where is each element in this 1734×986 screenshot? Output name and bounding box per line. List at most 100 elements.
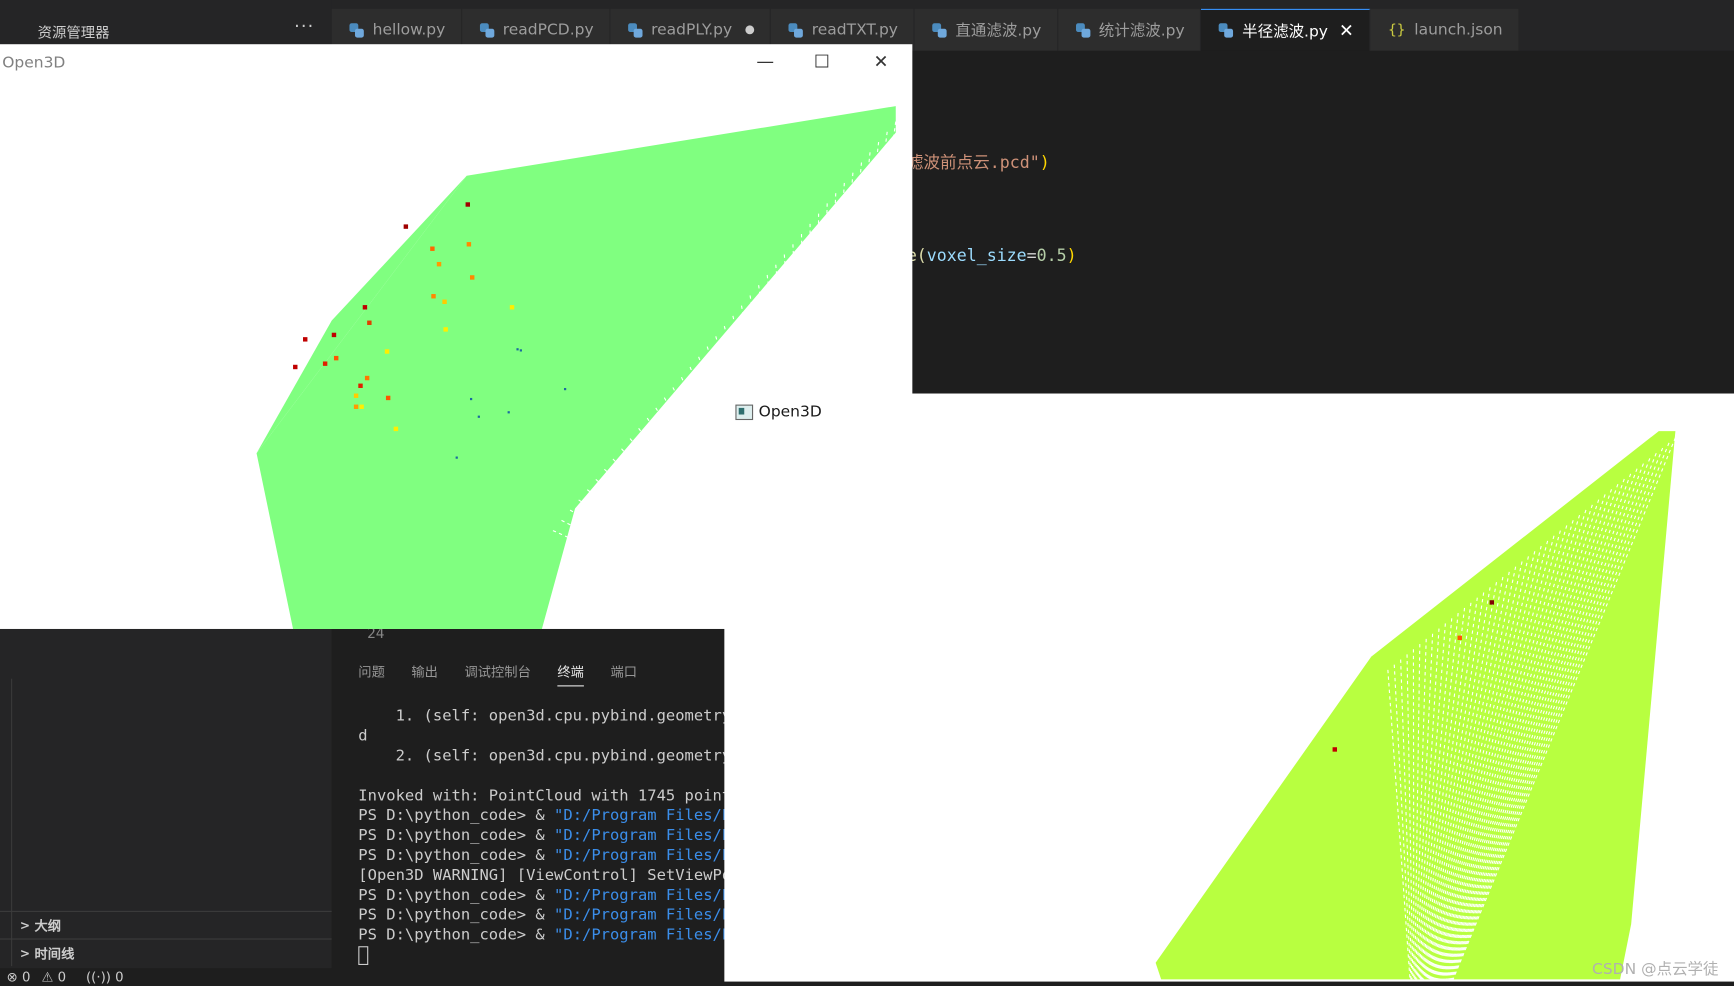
python-icon	[1218, 23, 1234, 38]
unsaved-dot-icon[interactable]	[745, 25, 755, 35]
panel-tabs: 问题 输出 调试控制台 终端 端口	[358, 662, 638, 687]
error-count: 0	[21, 969, 31, 985]
outlier-point	[359, 404, 364, 409]
explorer-title: 资源管理器	[37, 25, 110, 43]
json-icon: {}	[1388, 21, 1406, 39]
timeline-label: 时间线	[34, 946, 75, 962]
outlier-point	[403, 224, 409, 229]
terminal-text: PS D:\python_code> &	[358, 826, 555, 845]
terminal-text: PS D:\python_code> &	[358, 886, 555, 905]
outline-label: 大纲	[34, 918, 62, 935]
outlier-point	[443, 327, 448, 332]
outlier-point	[1489, 600, 1495, 605]
code-line-filename: 滤波前点云.pcd")	[907, 150, 1050, 173]
open3d-window-after[interactable]: Open3D	[724, 393, 1734, 982]
terminal-line: PS D:\python_code> & "D:/Program Files/P…	[358, 846, 740, 866]
code-param: voxel_size	[926, 245, 1027, 266]
terminal-line: Invoked with: PointCloud with 1745 point…	[358, 786, 740, 806]
outlier-point	[519, 349, 522, 352]
more-actions-icon[interactable]: ···	[294, 15, 314, 36]
tab-label: 直通滤波.py	[955, 22, 1042, 40]
code-eq: =	[1026, 245, 1037, 266]
terminal-line: [Open3D WARNING] [ViewControl] SetViewPo…	[358, 866, 740, 886]
code-paren: )	[1039, 152, 1050, 173]
code-string: 滤波前点云.pcd"	[906, 152, 1040, 173]
terminal-string: "D:/Program Files/Py	[554, 886, 741, 905]
terminal-line: PS D:\python_code> & "D:/Program Files/P…	[358, 826, 740, 846]
tab-label: hellow.py	[372, 21, 446, 39]
outlier-point	[303, 337, 308, 342]
errors-status[interactable]: ⊗ 0	[7, 969, 31, 984]
panel-tab[interactable]: 终端	[557, 662, 584, 687]
code-paren: )	[1066, 245, 1077, 266]
outlier-point	[455, 456, 458, 459]
outlier-point	[353, 404, 359, 409]
warning-icon: ⚠	[41, 969, 54, 985]
terminal-string: "D:/Program Files/Py	[554, 926, 741, 944]
terminal-text: d	[358, 727, 368, 746]
tab-label: readPCD.py	[502, 21, 594, 39]
outlier-point	[333, 355, 339, 361]
chevron-right-icon: >	[19, 918, 31, 933]
terminal-line: 1. (self: open3d.cpu.pybind.geometry.	[358, 706, 741, 726]
editor-tab[interactable]: 半径滤波.py ✕	[1201, 8, 1371, 51]
timeline-section[interactable]: > 时间线	[0, 938, 332, 967]
terminal-line: PS D:\python_code> & "D:/Program Files/P…	[358, 925, 740, 945]
terminal-text: 2. (self: open3d.cpu.pybind.geometry.	[358, 747, 741, 765]
editor-tab[interactable]: 统计滤波.py	[1057, 8, 1202, 51]
ports-count: 0	[115, 969, 124, 985]
editor-tab[interactable]: {} launch.json	[1370, 8, 1520, 51]
tab-label: 统计滤波.py	[1098, 22, 1185, 40]
tab-label: launch.json	[1414, 21, 1503, 39]
terminal-line: PS D:\python_code> & "D:/Program Files/P…	[358, 806, 740, 826]
code-number: 0.5	[1036, 245, 1067, 266]
terminal-text: PS D:\python_code> &	[358, 806, 555, 825]
outlier-point	[353, 393, 359, 398]
outlier-point	[1332, 747, 1337, 752]
outlier-point	[431, 294, 436, 299]
outlier-point	[466, 242, 472, 247]
point-cloud-view[interactable]	[724, 394, 1734, 982]
outlier-point	[385, 395, 391, 401]
python-icon	[788, 22, 803, 38]
outline-section[interactable]: > 大纲	[0, 910, 332, 940]
panel-tab[interactable]: 调试控制台	[464, 662, 530, 686]
panel-tab[interactable]: 端口	[611, 662, 638, 686]
code-line-voxel: e(voxel_size=0.5)	[907, 245, 1077, 265]
python-icon	[627, 22, 643, 38]
warnings-status[interactable]: ⚠ 0	[42, 969, 67, 984]
terminal-string: "D:/Program Files/Py	[554, 826, 741, 845]
outlier-point	[362, 305, 368, 310]
watermark: CSDN @点云学徒	[1592, 960, 1719, 979]
terminal-string: "D:/Program Files/Py	[554, 906, 741, 925]
outlier-point	[477, 415, 480, 418]
outlier-point	[507, 411, 510, 414]
python-icon	[1075, 22, 1090, 38]
outlier-point	[384, 349, 390, 354]
outlier-point	[1457, 635, 1462, 641]
terminal-text: PS D:\python_code> &	[358, 846, 555, 865]
editor-tab[interactable]: 直通滤波.py	[914, 8, 1058, 51]
terminal-line: PS D:\python_code> & "D:/Program Files/P…	[358, 905, 740, 925]
tab-label: readPLY.py	[651, 21, 733, 39]
ports-status[interactable]: ((·)) 0	[86, 969, 124, 984]
tab-label: 半径滤波.py	[1242, 22, 1328, 41]
outlier-point	[430, 246, 435, 251]
terminal-cursor	[358, 945, 740, 965]
close-tab-icon[interactable]: ✕	[1339, 20, 1354, 41]
panel-tab[interactable]: 输出	[411, 662, 438, 686]
terminal-string: "D:/Program Files/Py	[554, 846, 741, 865]
outlier-point	[469, 397, 473, 401]
tab-label: readTXT.py	[811, 21, 898, 39]
terminal-text: PS D:\python_code> &	[358, 926, 555, 944]
outlier-point	[465, 202, 470, 207]
outlier-point	[293, 364, 298, 370]
panel-tab[interactable]: 问题	[358, 662, 385, 686]
terminal[interactable]: 1. (self: open3d.cpu.pybind.geometry. d 2…	[358, 706, 740, 965]
python-icon	[932, 22, 947, 38]
error-icon: ⊗	[6, 969, 18, 985]
chevron-right-icon: >	[19, 946, 31, 961]
outlier-point	[393, 426, 399, 432]
terminal-string: "D:/Program Files/Py	[554, 806, 741, 825]
